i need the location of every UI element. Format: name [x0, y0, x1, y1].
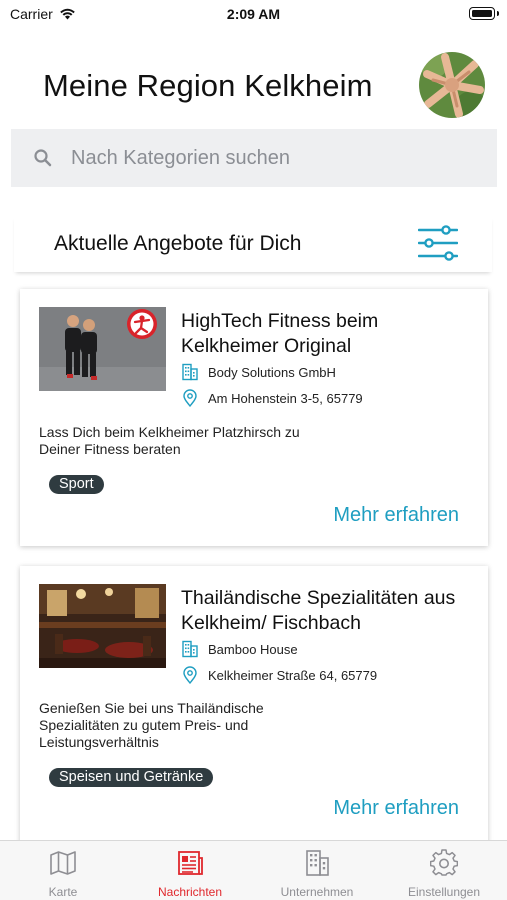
tab-label: Einstellungen	[407, 885, 481, 899]
offer-card[interactable]: HighTech Fitness beim Kelkheimer Origina…	[20, 289, 488, 546]
address-text: Kelkheimer Straße 64, 65779	[208, 667, 378, 683]
tab-unternehmen[interactable]: Unternehmen	[254, 841, 380, 900]
tab-label: Nachrichten	[157, 885, 223, 899]
tab-karte[interactable]: Karte	[0, 841, 126, 900]
location-pin-icon	[183, 666, 197, 684]
search-input[interactable]	[71, 146, 471, 170]
tab-label: Unternehmen	[280, 885, 354, 899]
section-title: Aktuelle Angebote für Dich	[54, 232, 302, 255]
section-header: Aktuelle Angebote für Dich	[14, 216, 492, 272]
offer-address: Am Hohenstein 3-5, 65779	[181, 389, 363, 407]
battery-icon	[469, 7, 499, 20]
offer-address: Kelkheimer Straße 64, 65779	[181, 666, 377, 684]
more-button[interactable]: Mehr erfahren	[333, 797, 459, 820]
company-name: Bamboo House	[208, 641, 298, 657]
category-tag[interactable]: Sport	[49, 475, 104, 494]
category-tag[interactable]: Speisen und Getränke	[49, 768, 214, 787]
gear-icon	[430, 849, 458, 876]
offer-title: HighTech Fitness beim Kelkheimer Origina…	[181, 310, 379, 357]
building-icon	[182, 640, 198, 658]
offer-company: Bamboo House	[181, 640, 298, 658]
building-icon	[182, 363, 198, 381]
building-icon	[306, 850, 329, 876]
tab-label: Karte	[48, 885, 78, 899]
address-text: Am Hohenstein 3-5, 65779	[208, 390, 363, 406]
avatar[interactable]	[419, 52, 485, 118]
restaurant-photo	[39, 584, 166, 668]
tab-nachrichten[interactable]: Nachrichten	[127, 841, 253, 900]
search-bar[interactable]	[11, 129, 497, 187]
hands-circle-image	[419, 52, 485, 118]
filter-sliders-icon[interactable]	[418, 225, 458, 261]
status-bar: Carrier 2:09 AM	[0, 0, 507, 30]
tab-einstellungen[interactable]: Einstellungen	[381, 841, 507, 900]
offer-thumbnail	[39, 307, 166, 391]
offer-description: Genießen Sie bei uns Thailändische Spezi…	[39, 700, 264, 750]
more-button[interactable]: Mehr erfahren	[333, 504, 459, 527]
search-icon	[34, 149, 52, 167]
offer-card[interactable]: Thailändische Spezialitäten aus Kelkheim…	[20, 566, 488, 846]
offer-title: Thailändische Spezialitäten aus Kelkheim…	[181, 587, 456, 634]
offer-description: Lass Dich beim Kelkheimer Platzhirsch zu…	[39, 424, 300, 457]
company-name: Body Solutions GmbH	[208, 364, 336, 380]
offer-company: Body Solutions GmbH	[181, 363, 336, 381]
map-icon	[50, 851, 76, 875]
newspaper-icon	[178, 851, 203, 875]
tab-bar: Karte Nachrichten Unternehmen Einstellun…	[0, 840, 507, 900]
status-time: 2:09 AM	[226, 6, 281, 22]
offer-thumbnail	[39, 584, 166, 668]
fitness-photo	[39, 307, 166, 391]
page-title: Meine Region Kelkheim	[43, 68, 373, 103]
location-pin-icon	[183, 389, 197, 407]
